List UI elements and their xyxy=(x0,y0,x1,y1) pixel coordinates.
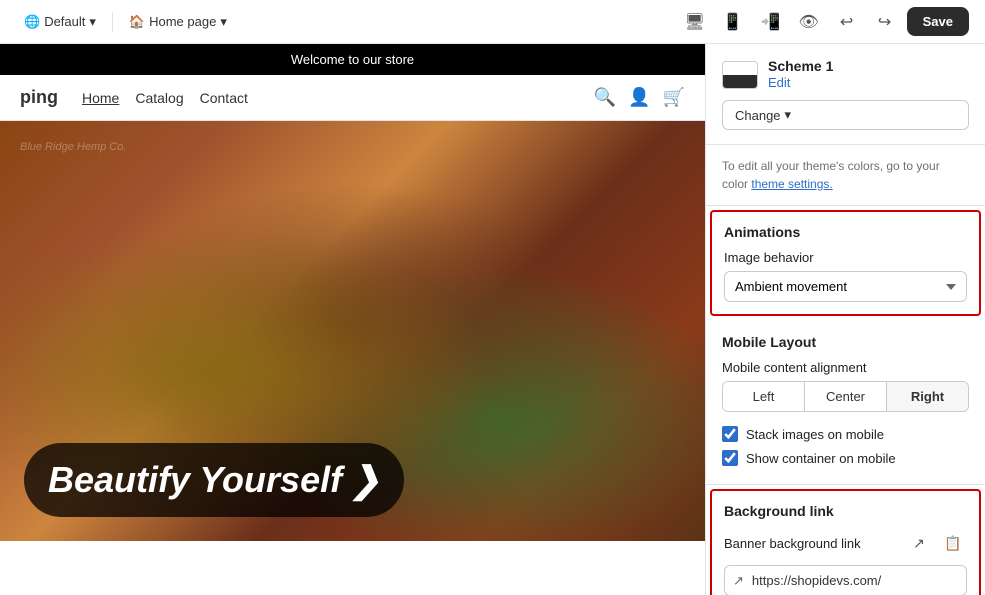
hero-overlay: Beautify Yourself ❯ xyxy=(0,121,705,541)
save-button[interactable]: Save xyxy=(907,7,969,36)
nav-links: Home Catalog Contact xyxy=(82,90,248,106)
hero-arrow: ❯ xyxy=(350,459,380,501)
scheme-edit-link[interactable]: Edit xyxy=(768,75,790,90)
mobile-layout-title: Mobile Layout xyxy=(722,334,969,350)
top-bar-left: 🌐 Default ▾ 🏠 Home page ▾ xyxy=(16,10,235,34)
nav-bar: ping Home Catalog Contact 🔍 👤 🛒 xyxy=(0,75,705,121)
alignment-group: Left Center Right xyxy=(722,381,969,412)
nav-icons: 🔍 👤 🛒 xyxy=(594,87,685,108)
homepage-selector[interactable]: 🏠 Home page ▾ xyxy=(121,10,235,34)
align-left-btn[interactable]: Left xyxy=(723,382,805,411)
link-input-icon: ↗ xyxy=(725,573,752,589)
scheme-section: Scheme 1 Edit Change ▾ xyxy=(706,44,985,145)
account-icon[interactable]: 👤 xyxy=(628,87,650,108)
top-bar-right: 🖥 📱 📲 👁 ↩ ↪ Save xyxy=(679,6,969,38)
default-label: Default xyxy=(44,14,85,29)
scheme-title: Scheme 1 xyxy=(768,58,833,74)
banner-link-label: Banner background link xyxy=(724,536,899,551)
scheme-preview xyxy=(722,61,758,89)
hero-section: Blue Ridge Hemp Co. Beautify Yourself ❯ xyxy=(0,121,705,541)
change-button[interactable]: Change ▾ xyxy=(722,100,969,130)
cart-icon[interactable]: 🛒 xyxy=(663,87,685,108)
search-icon[interactable]: 🔍 xyxy=(594,87,616,108)
theme-settings-link[interactable]: theme settings. xyxy=(751,177,832,191)
stack-images-row: Stack images on mobile xyxy=(722,422,969,446)
nav-logo: ping xyxy=(20,87,58,108)
separator xyxy=(112,12,113,32)
image-behavior-label: Image behavior xyxy=(724,250,967,265)
undo-btn[interactable]: ↩ xyxy=(831,6,863,38)
globe-icon: 🌐 xyxy=(24,14,40,30)
nav-contact[interactable]: Contact xyxy=(200,90,248,106)
open-link-btn[interactable]: ↗ xyxy=(905,529,933,557)
mobile-alignment-label: Mobile content alignment xyxy=(722,360,969,375)
banner-link-row: Banner background link ↗ 📋 xyxy=(724,529,967,557)
animations-section: Animations Image behavior Ambient moveme… xyxy=(710,210,981,316)
link-input-wrap: ↗ xyxy=(724,565,967,595)
link-input[interactable] xyxy=(752,566,966,595)
theme-note: To edit all your theme's colors, go to y… xyxy=(706,145,985,206)
show-container-row: Show container on mobile xyxy=(722,446,969,470)
main-layout: Welcome to our store ping Home Catalog C… xyxy=(0,44,985,595)
align-right-btn[interactable]: Right xyxy=(887,382,968,411)
homepage-label: Home page xyxy=(149,14,216,29)
align-center-btn[interactable]: Center xyxy=(805,382,887,411)
mobile-view-btn[interactable]: 📲 xyxy=(755,6,787,38)
mobile-layout-section: Mobile Layout Mobile content alignment L… xyxy=(706,320,985,485)
right-panel: Scheme 1 Edit Change ▾ To edit all your … xyxy=(705,44,985,595)
store-header: Welcome to our store ping Home Catalog C… xyxy=(0,44,705,121)
show-container-checkbox[interactable] xyxy=(722,450,738,466)
default-chevron: ▾ xyxy=(89,14,96,30)
change-chevron: ▾ xyxy=(785,107,792,123)
announcement-text: Welcome to our store xyxy=(291,52,414,67)
stack-images-checkbox[interactable] xyxy=(722,426,738,442)
nav-home[interactable]: Home xyxy=(82,90,119,106)
scheme-inner xyxy=(723,75,757,88)
nav-catalog[interactable]: Catalog xyxy=(135,90,183,106)
hero-text-block: Beautify Yourself ❯ xyxy=(24,443,404,517)
store-preview: Welcome to our store ping Home Catalog C… xyxy=(0,44,705,595)
change-label: Change xyxy=(735,108,781,123)
hero-text: Beautify Yourself xyxy=(48,459,342,501)
scheme-row: Scheme 1 Edit xyxy=(722,58,969,92)
homepage-chevron: ▾ xyxy=(220,14,227,30)
canvas-area: Welcome to our store ping Home Catalog C… xyxy=(0,44,705,595)
bg-link-title: Background link xyxy=(724,503,967,519)
desktop-view-btn[interactable]: 🖥 xyxy=(679,6,711,38)
announcement-bar: Welcome to our store xyxy=(0,44,705,75)
eye-btn[interactable]: 👁 xyxy=(793,6,825,38)
default-selector[interactable]: 🌐 Default ▾ xyxy=(16,10,104,34)
animations-title: Animations xyxy=(724,224,967,240)
tablet-view-btn[interactable]: 📱 xyxy=(717,6,749,38)
top-bar: 🌐 Default ▾ 🏠 Home page ▾ 🖥 📱 📲 👁 ↩ ↪ Sa… xyxy=(0,0,985,44)
image-behavior-select[interactable]: Ambient movement xyxy=(724,271,967,302)
stack-images-label: Stack images on mobile xyxy=(746,427,884,442)
redo-btn[interactable]: ↪ xyxy=(869,6,901,38)
background-link-section: Background link Banner background link ↗… xyxy=(710,489,981,595)
show-container-label: Show container on mobile xyxy=(746,451,896,466)
copy-link-btn[interactable]: 📋 xyxy=(939,529,967,557)
home-icon: 🏠 xyxy=(129,14,145,30)
scheme-info: Scheme 1 Edit xyxy=(768,58,833,92)
